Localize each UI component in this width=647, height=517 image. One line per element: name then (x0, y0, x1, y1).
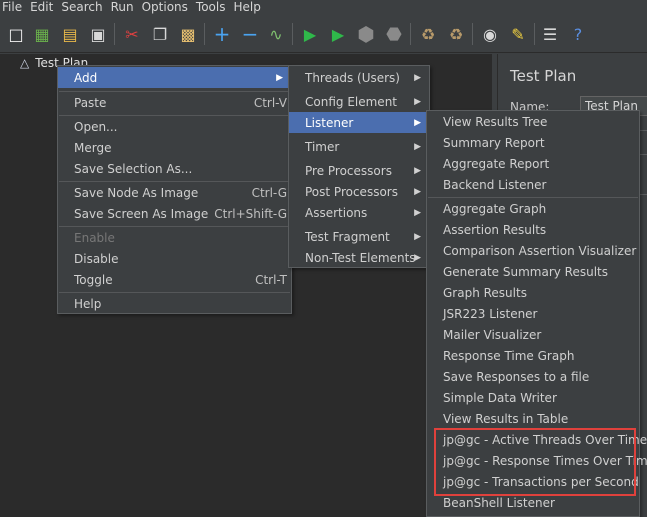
expand-icon[interactable]: + (212, 22, 232, 46)
save-icon[interactable]: ▣ (88, 24, 108, 44)
context-menu: Add ▶ Paste Ctrl-V Open... Merge Save Se… (57, 65, 292, 314)
submenu-timer[interactable]: Timer ▶ (289, 136, 429, 157)
chevron-right-icon: ▶ (414, 96, 421, 107)
new-icon[interactable]: □ (6, 24, 26, 44)
menu-tools[interactable]: Tools (192, 0, 230, 15)
listener-view-results-table[interactable]: View Results in Table (427, 408, 639, 429)
function-helper-icon[interactable]: ☰ (540, 24, 560, 44)
listener-aggregate-report[interactable]: Aggregate Report (427, 153, 639, 174)
listener-summary-report[interactable]: Summary Report (427, 132, 639, 153)
paste-icon[interactable]: ▩ (178, 24, 198, 44)
shutdown-icon[interactable]: ⬣ (384, 24, 404, 45)
menu-options[interactable]: Options (138, 0, 192, 15)
submenu-threads[interactable]: Threads (Users) ▶ (289, 67, 429, 88)
menu-item-save-screen-image[interactable]: Save Screen As Image Ctrl+Shift-G (58, 203, 291, 224)
cut-icon[interactable]: ✂ (122, 24, 142, 44)
menu-item-toggle[interactable]: Toggle Ctrl-T (58, 269, 291, 290)
submenu-post-processors[interactable]: Post Processors ▶ (289, 181, 429, 202)
collapse-icon[interactable]: − (240, 22, 260, 46)
menu-item-save-node-image[interactable]: Save Node As Image Ctrl-G (58, 182, 291, 203)
submenu-config-element[interactable]: Config Element ▶ (289, 91, 429, 112)
submenu-pre-processors[interactable]: Pre Processors ▶ (289, 160, 429, 181)
listener-simple-data-writer[interactable]: Simple Data Writer (427, 387, 639, 408)
templates-icon[interactable]: ▦ (32, 24, 52, 44)
listener-comparison-assertion-visualizer[interactable]: Comparison Assertion Visualizer (427, 240, 639, 261)
menu-item-disable[interactable]: Disable (58, 248, 291, 269)
menu-item-paste[interactable]: Paste Ctrl-V (58, 92, 291, 113)
menu-item-save-selection[interactable]: Save Selection As... (58, 158, 291, 179)
menu-search[interactable]: Search (57, 0, 106, 15)
listener-mailer-visualizer[interactable]: Mailer Visualizer (427, 324, 639, 345)
menu-item-help[interactable]: Help (58, 293, 291, 314)
listener-aggregate-graph[interactable]: Aggregate Graph (427, 198, 639, 219)
submenu-test-fragment[interactable]: Test Fragment ▶ (289, 226, 429, 247)
listener-view-results-tree[interactable]: View Results Tree (427, 111, 639, 132)
menu-run[interactable]: Run (107, 0, 138, 15)
menubar: File Edit Search Run Options Tools Help (0, 0, 647, 15)
toggle-icon[interactable]: ∿ (266, 24, 286, 44)
chevron-right-icon: ▶ (414, 165, 421, 176)
help-icon[interactable]: ? (568, 24, 588, 44)
page-title: Test Plan (510, 67, 577, 85)
start-icon[interactable]: ▶ (300, 24, 320, 44)
clear-icon[interactable]: ♻ (418, 24, 438, 44)
menu-item-enable: Enable (74, 230, 115, 245)
chevron-right-icon: ▶ (414, 117, 421, 128)
submenu-listener[interactable]: Listener ▶ (289, 112, 429, 133)
menu-item-open[interactable]: Open... (58, 116, 291, 137)
chevron-right-icon: ▶ (276, 72, 283, 83)
clear-all-icon[interactable]: ♻ (446, 24, 466, 44)
chevron-right-icon: ▶ (414, 141, 421, 152)
stop-icon[interactable]: ⬢ (356, 22, 376, 46)
submenu-assertions[interactable]: Assertions ▶ (289, 202, 429, 223)
listener-backend-listener[interactable]: Backend Listener (427, 174, 639, 195)
chevron-right-icon: ▶ (414, 186, 421, 197)
reset-search-icon[interactable]: ✎ (508, 24, 528, 44)
highlight-annotation (434, 428, 636, 496)
menu-item-merge[interactable]: Merge (58, 137, 291, 158)
submenu-non-test-elements[interactable]: Non-Test Elements ▶ (289, 247, 429, 268)
toolbar: □ ▦ ▤ ▣ ✂ ❐ ▩ + − ∿ ▶ ▶ ⬢ ⬣ ♻ ♻ ◉ ✎ ☰ ? (0, 15, 647, 53)
chevron-right-icon: ▶ (414, 252, 421, 263)
menu-item-add[interactable]: Add ▶ (58, 67, 291, 88)
copy-icon[interactable]: ❐ (150, 24, 170, 44)
flask-icon: △ (20, 56, 30, 70)
listener-generate-summary-results[interactable]: Generate Summary Results (427, 261, 639, 282)
add-submenu: Threads (Users) ▶ Config Element ▶ Liste… (288, 65, 430, 268)
menu-edit[interactable]: Edit (26, 0, 57, 15)
listener-assertion-results[interactable]: Assertion Results (427, 219, 639, 240)
chevron-right-icon: ▶ (414, 207, 421, 218)
open-icon[interactable]: ▤ (60, 24, 80, 44)
search-icon[interactable]: ◉ (480, 24, 500, 44)
listener-graph-results[interactable]: Graph Results (427, 282, 639, 303)
listener-jsr223[interactable]: JSR223 Listener (427, 303, 639, 324)
chevron-right-icon: ▶ (414, 231, 421, 242)
listener-response-time-graph[interactable]: Response Time Graph (427, 345, 639, 366)
chevron-right-icon: ▶ (414, 72, 421, 83)
menu-help[interactable]: Help (229, 0, 264, 15)
listener-save-responses[interactable]: Save Responses to a file (427, 366, 639, 387)
start-no-pause-icon[interactable]: ▶ (328, 24, 348, 44)
menu-file[interactable]: File (0, 0, 26, 15)
